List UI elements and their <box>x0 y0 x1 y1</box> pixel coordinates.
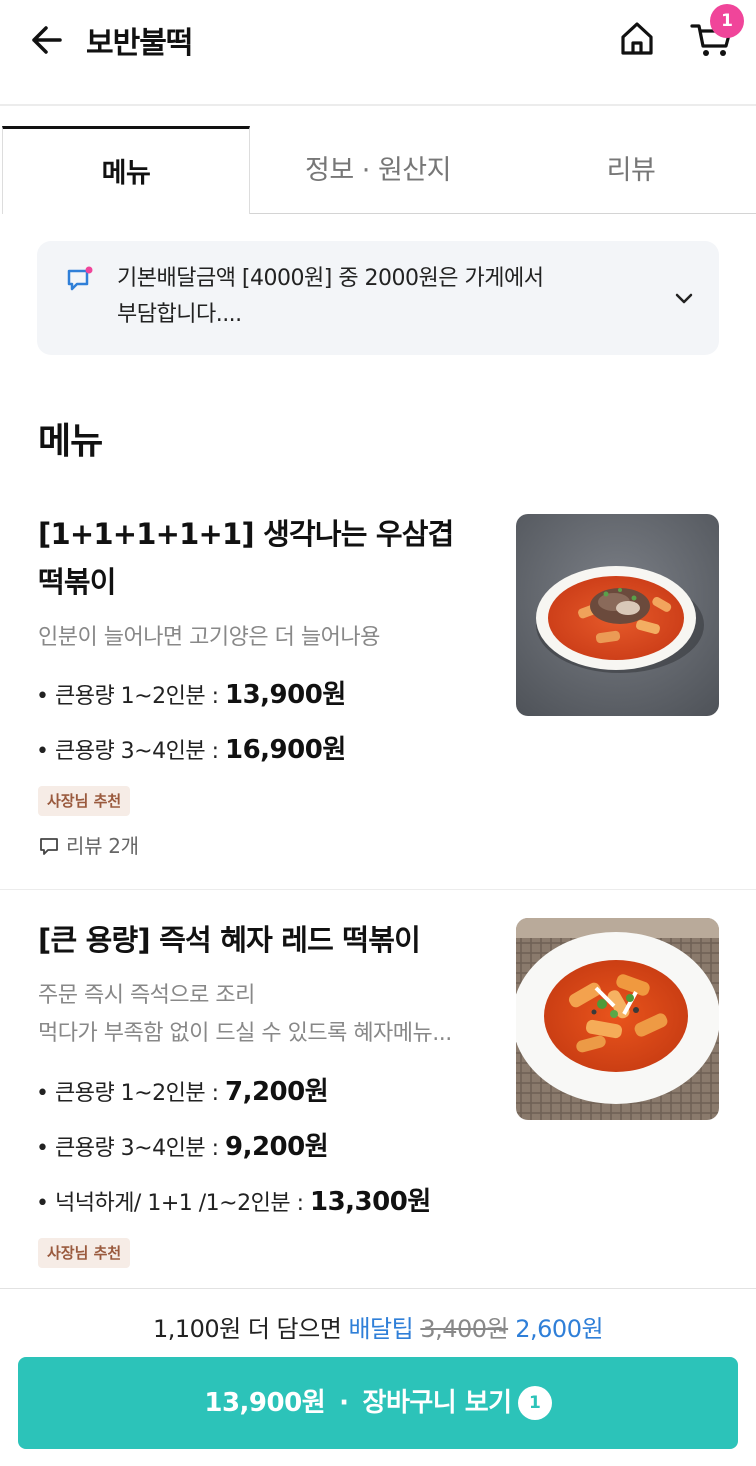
price-option-value: 7,200원 <box>225 1077 329 1107</box>
cart-total-price: 13,900원 <box>204 1388 326 1418</box>
item-divider <box>0 889 756 890</box>
price-option-value: 13,900원 <box>225 680 346 710</box>
cart-count-badge: 1 <box>710 4 744 38</box>
menu-item-name: [1+1+1+1+1] 생각나는 우삼겹 떡볶이 <box>38 510 488 606</box>
price-option-label: • 큰용량 1~2인분 : <box>36 684 225 709</box>
top-app-bar: 보반불떡 1 <box>0 0 756 106</box>
menu-item-name-line-1: [1+1+1+1+1] 생각나는 우삼겹 <box>38 517 454 551</box>
notice-line-2: 부담합니다.... <box>117 302 242 327</box>
menu-item-description: 인분이 늘어나면 고기양은 더 늘어나용 <box>38 625 380 650</box>
menu-item-description: 먹다가 부족함 없이 드실 수 있드록 혜자메뉴... <box>38 1021 452 1046</box>
price-option: • 큰용량 1~2인분 : 13,900원 <box>36 674 346 711</box>
tip-new-price: 2,600원 <box>515 1315 604 1343</box>
price-option: • 넉넉하게/ 1+1 /1~2인분 : 13,300원 <box>36 1181 431 1218</box>
tip-promo-prefix: 1,100원 더 담으면 <box>152 1315 349 1343</box>
owner-recommend-badge: 사장님 추천 <box>38 786 131 816</box>
bottom-order-bar: 1,100원 더 담으면 배달팁 3,400원 2,600원 13,900원 · 장… <box>0 1288 756 1466</box>
notice-chat-icon <box>65 265 95 295</box>
price-option-label: • 큰용량 3~4인분 : <box>36 739 225 764</box>
price-option: • 큰용량 3~4인분 : 9,200원 <box>36 1126 329 1163</box>
menu-item-name: [큰 용량] 즉석 혜자 레드 떡볶이 <box>38 923 421 957</box>
notice-text: 기본배달금액 [4000원] 중 2000원은 가게에서 부담합니다.... <box>117 261 637 333</box>
view-cart-button[interactable]: 13,900원 · 장바구니 보기 1 <box>18 1357 738 1449</box>
price-option-label: • 큰용량 3~4인분 : <box>36 1136 225 1161</box>
menu-item-photo[interactable] <box>516 514 719 716</box>
menu-section-title: 메뉴 <box>38 421 103 462</box>
delivery-tip-promo: 1,100원 더 담으면 배달팁 3,400원 2,600원 <box>0 1309 756 1344</box>
review-count-text: 리뷰 2개 <box>66 834 139 858</box>
price-option-value: 13,300원 <box>309 1187 431 1217</box>
cart-separator: · <box>339 1388 349 1418</box>
review-bubble-icon <box>40 838 58 855</box>
home-icon[interactable] <box>616 18 658 60</box>
cart-button-count-badge: 1 <box>517 1386 552 1420</box>
cart-button-label: 장바구니 보기 <box>362 1388 513 1418</box>
delivery-notice[interactable]: 기본배달금액 [4000원] 중 2000원은 가게에서 부담합니다.... <box>37 241 719 355</box>
price-option-label: • 큰용량 1~2인분 : <box>36 1081 225 1106</box>
chevron-down-icon[interactable] <box>671 285 697 311</box>
owner-recommend-badge: 사장님 추천 <box>38 1238 131 1268</box>
price-option: • 큰용량 1~2인분 : 7,200원 <box>36 1071 329 1108</box>
price-option: • 큰용량 3~4인분 : 16,900원 <box>36 729 346 766</box>
price-option-label: • 넉넉하게/ 1+1 /1~2인분 : <box>36 1191 310 1216</box>
store-tabs: 메뉴 정보 · 원산지 리뷰 <box>0 126 756 214</box>
tab-menu[interactable]: 메뉴 <box>2 126 250 214</box>
notice-line-1: 기본배달금액 [4000원] 중 2000원은 가게에서 <box>117 266 544 291</box>
tip-label: 배달팁 <box>348 1315 414 1343</box>
tip-old-price: 3,400원 <box>420 1315 509 1343</box>
tab-info-origin[interactable]: 정보 · 원산지 <box>250 126 506 214</box>
review-count[interactable]: 리뷰 2개 <box>38 830 139 859</box>
menu-item-photo[interactable] <box>516 918 719 1120</box>
store-title: 보반불떡 <box>86 26 193 61</box>
price-option-value: 16,900원 <box>225 735 346 765</box>
back-arrow-icon[interactable] <box>26 20 66 60</box>
tab-review[interactable]: 리뷰 <box>506 126 756 214</box>
menu-item-description: 주문 즉시 즉석으로 조리 <box>38 983 255 1008</box>
menu-item-name-line-2: 떡볶이 <box>38 565 116 599</box>
price-option-value: 9,200원 <box>225 1132 329 1162</box>
